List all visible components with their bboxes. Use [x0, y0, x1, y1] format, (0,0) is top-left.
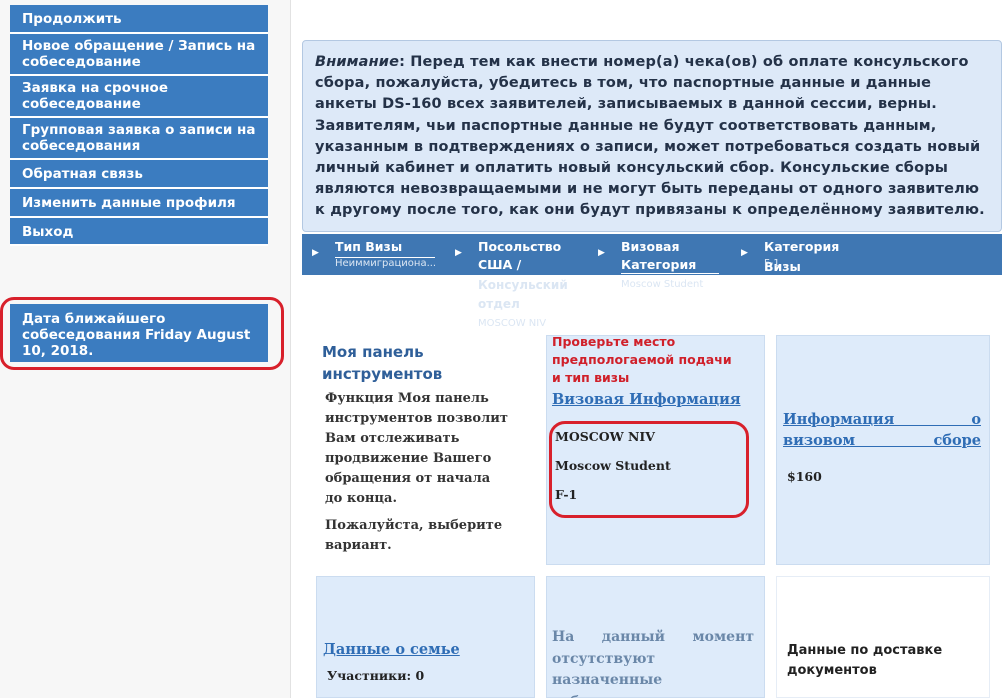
step-visa-type-title: Тип Визы [335, 237, 435, 258]
step-arrow-icon: ▶ [312, 248, 319, 258]
alert-text: : Перед тем как внести номер(а) чека(ов)… [315, 54, 985, 219]
progress-steps: ▶ ▶ ▶ ▶ Тип Визы Неиммиграциона... Посол… [302, 234, 1002, 278]
step-visa-class-value: F-1 [764, 258, 780, 269]
step-visa-class-title: Категория Визы [764, 237, 872, 278]
visa-info-link[interactable]: Визовая Информация [552, 391, 741, 408]
step-arrow-icon: ▶ [455, 248, 462, 258]
step-underline [621, 273, 719, 274]
menu-item-group-appointment[interactable]: Групповая заявка о записи на собеседован… [10, 118, 268, 160]
menu-item-continue[interactable]: Продолжить [10, 5, 268, 34]
menu-item-new-appointment[interactable]: Новое обращение / Запись на собеседовани… [10, 34, 268, 76]
sidebar-menu: Продолжить Новое обращение / Запись на с… [10, 5, 268, 246]
step-embassy-title-line3: Консульский [478, 278, 568, 292]
visa-post: MOSCOW NIV [555, 429, 655, 444]
step-embassy-title-line1: Посольство [478, 239, 562, 254]
menu-item-feedback[interactable]: Обратная связь [10, 160, 268, 189]
sidebar: Продолжить Новое обращение / Запись на с… [0, 0, 291, 698]
family-link[interactable]: Данные о семье [323, 641, 460, 658]
visa-check-note: Проверьте место предпологаемой подачи и … [552, 334, 732, 385]
dashboard-prompt: Пожалуйста, выберите вариант. [325, 518, 503, 553]
family-tile: Данные о семье Участники: 0 [316, 576, 535, 698]
fee-amount: $160 [787, 469, 822, 484]
step-visa-category-title-line2: Категория [621, 257, 697, 272]
step-visa-type-value: Неиммиграциона... [335, 258, 437, 269]
next-interview-date: Дата ближайшего собеседования Friday Aug… [10, 304, 268, 362]
appointments-tile: На данный момент отсутствуют назначенные… [546, 576, 765, 698]
step-visa-category-title-line1: Визовая [621, 239, 680, 254]
dashboard-panel: Моя панель инструментов Функция Моя пане… [316, 336, 534, 560]
alert-prefix: Внимание [315, 54, 400, 70]
step-arrow-icon: ▶ [741, 248, 748, 258]
step-embassy-title-line4: отдел [478, 297, 520, 311]
fee-info-link[interactable]: Информация о визовом сборе [783, 409, 981, 451]
visa-category: Moscow Student [555, 458, 671, 473]
appointments-text: На данный момент отсутствуют назначенные… [552, 629, 754, 698]
menu-item-logout[interactable]: Выход [10, 218, 268, 246]
attention-alert: Внимание: Перед тем как внести номер(а) … [302, 40, 1002, 232]
menu-item-expedited-appointment[interactable]: Заявка на срочное собеседование [10, 76, 268, 118]
fee-info-tile: Информация о визовом сборе $160 [776, 335, 990, 565]
dashboard-description: Функция Моя панель инструментов позволит… [325, 391, 508, 506]
family-members-count: 0 [415, 668, 425, 683]
menu-item-edit-profile[interactable]: Изменить данные профиля [10, 189, 268, 218]
dashboard-title: Моя панель инструментов [322, 343, 443, 383]
delivery-text: Данные по доставке документов [787, 643, 943, 678]
step-embassy-title-line2: США / [478, 257, 522, 272]
visa-class: F-1 [555, 487, 578, 502]
family-members: Участники: 0 [327, 667, 424, 685]
step-arrow-icon: ▶ [598, 248, 605, 258]
step-embassy-value: MOSCOW NIV [478, 318, 547, 329]
step-visa-category-value: Moscow Student [621, 279, 704, 290]
delivery-tile: Данные по доставке документов [776, 576, 990, 698]
family-members-label: Участники: [327, 668, 412, 683]
visa-info-tile: Проверьте место предпологаемой подачи и … [546, 334, 765, 565]
